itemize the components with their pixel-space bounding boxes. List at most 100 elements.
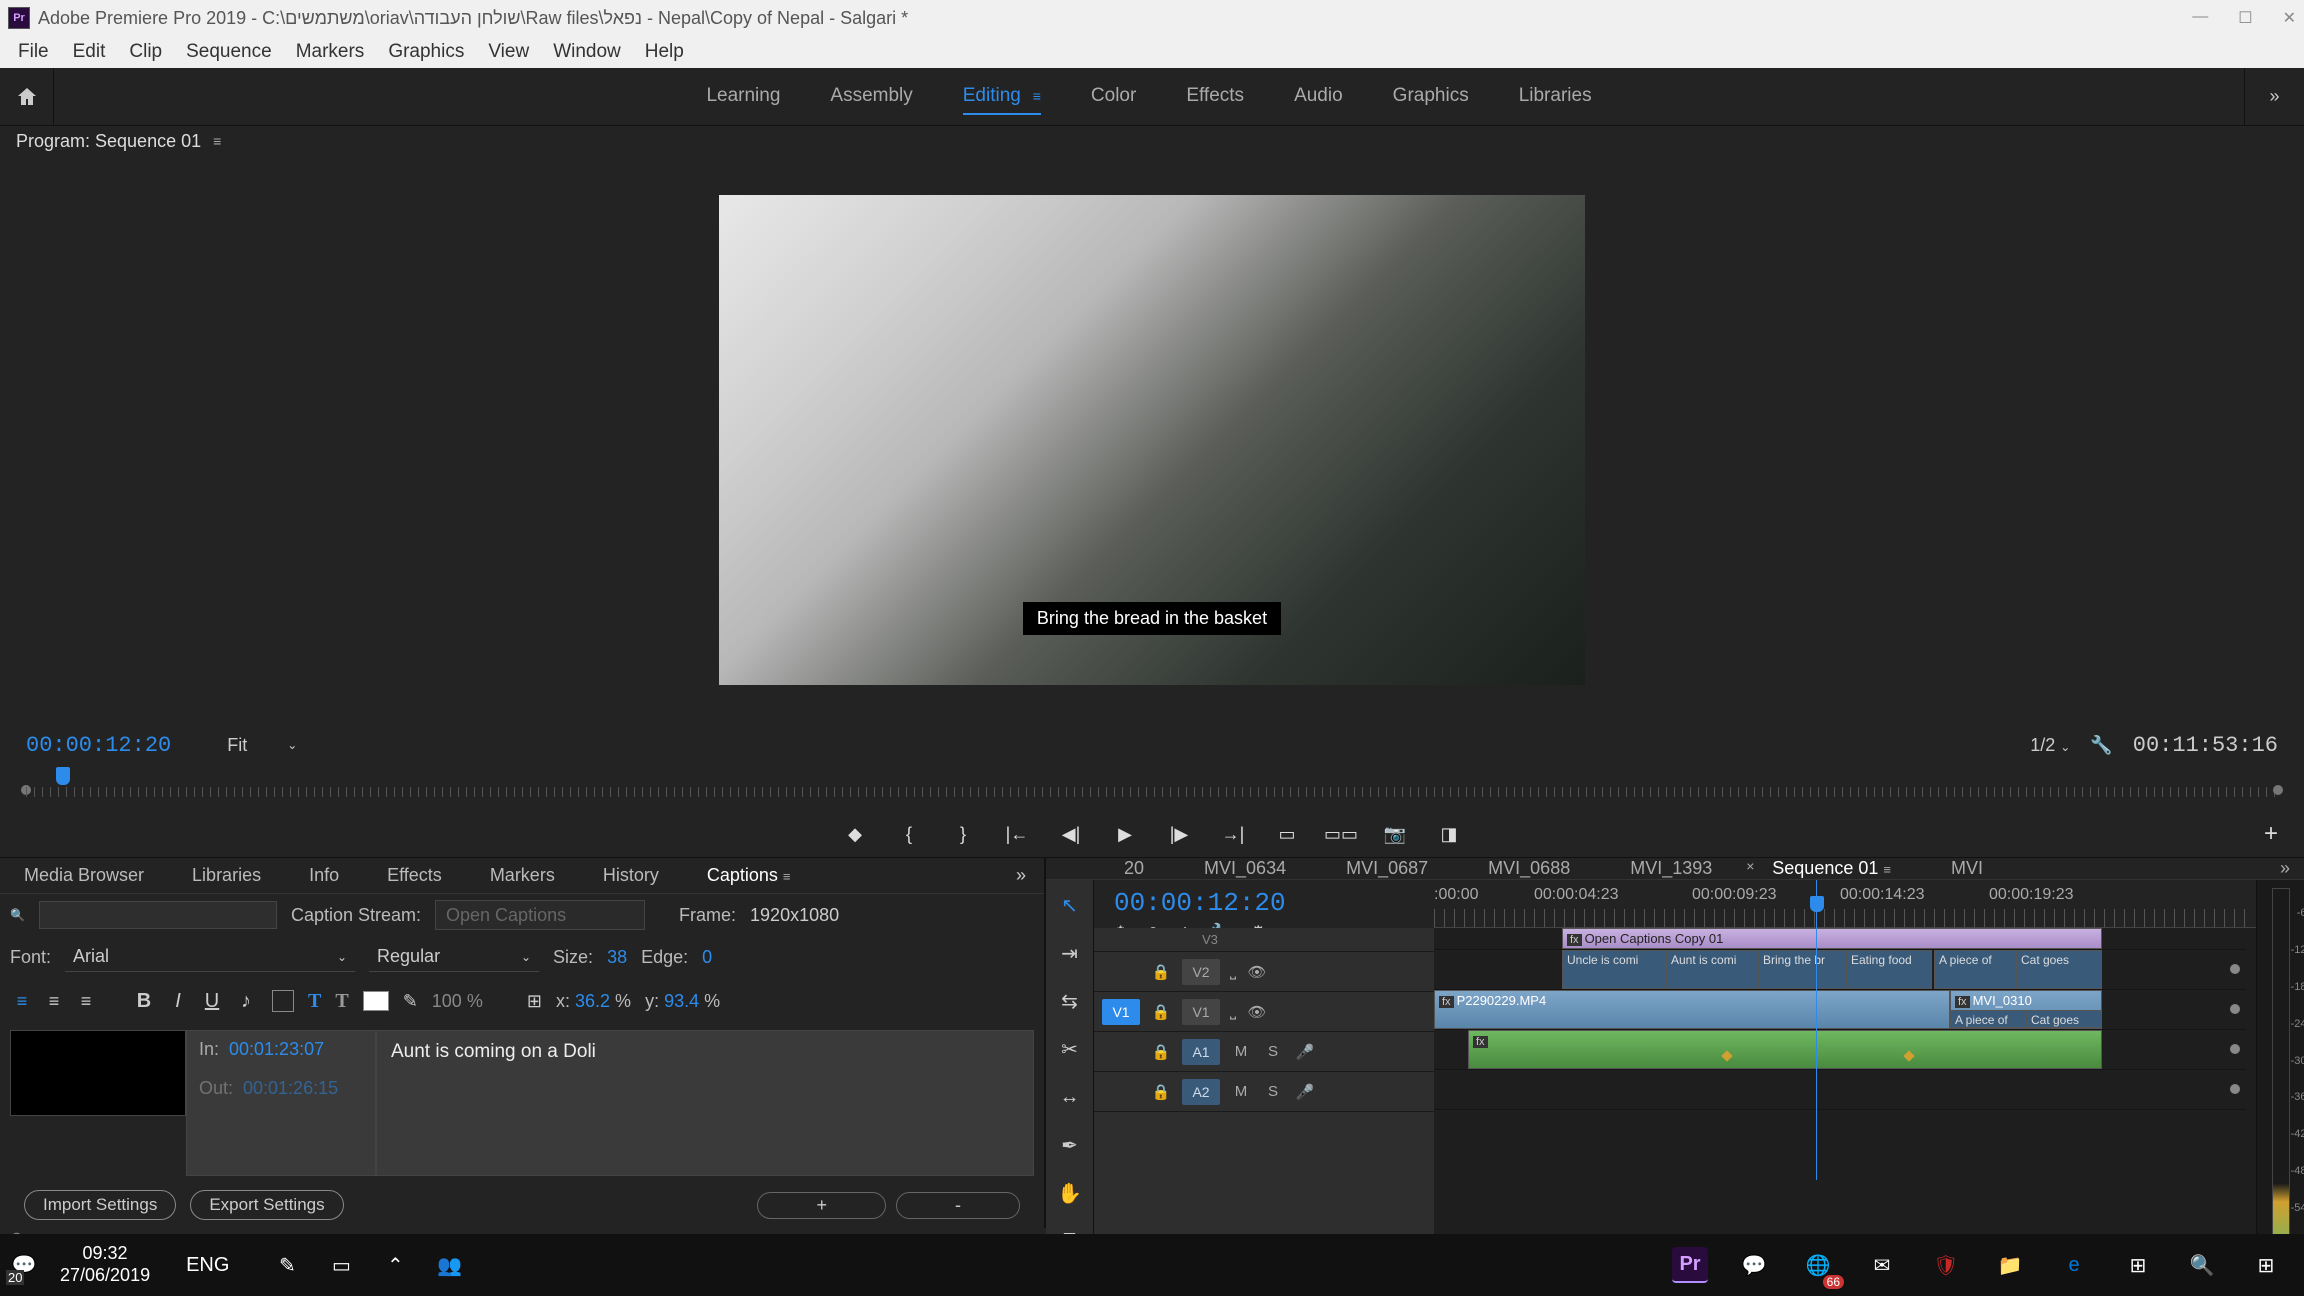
timeline-playhead[interactable] — [1810, 896, 1824, 912]
menu-graphics[interactable]: Graphics — [376, 37, 476, 67]
selection-tool[interactable]: ↖ — [1055, 890, 1085, 920]
search-input[interactable] — [39, 901, 277, 929]
close-button[interactable]: ✕ — [2283, 8, 2296, 28]
fill-color-swatch[interactable] — [363, 991, 389, 1011]
size-value[interactable]: 38 — [607, 947, 627, 968]
zoom-fit-dropdown[interactable]: Fit⌄ — [227, 735, 297, 756]
tab-libraries[interactable]: Libraries — [168, 865, 285, 886]
taskbar-people-icon[interactable]: 👥 — [435, 1251, 463, 1279]
taskbar-start-icon[interactable]: ⊞ — [2248, 1247, 2284, 1283]
taskbar-touchpad-icon[interactable]: ▭ — [327, 1251, 355, 1279]
menu-edit[interactable]: Edit — [61, 37, 118, 67]
menu-file[interactable]: File — [6, 37, 61, 67]
tab-media-browser[interactable]: Media Browser — [0, 865, 168, 886]
clip-sub-b1[interactable]: A piece of — [1950, 1010, 2026, 1028]
position-grid-icon[interactable]: ⊞ — [527, 991, 542, 1012]
program-timecode[interactable]: 00:00:12:20 — [26, 733, 171, 758]
track-a1-label[interactable]: A1 — [1182, 1039, 1220, 1065]
voiceover-icon[interactable]: 🎤 — [1294, 1043, 1316, 1061]
underline-button[interactable]: U — [200, 989, 224, 1013]
taskbar-chrome-icon[interactable]: 🌐66 — [1800, 1247, 1836, 1283]
tab-info[interactable]: Info — [285, 865, 363, 886]
search-icon[interactable]: 🔍 — [10, 908, 25, 922]
razor-tool[interactable]: ✂ — [1055, 1034, 1085, 1064]
solo-button[interactable]: S — [1262, 1083, 1284, 1100]
export-settings-button[interactable]: Export Settings — [190, 1190, 343, 1220]
sequence-tab-mvi0687[interactable]: MVI_0687 — [1316, 858, 1458, 879]
pen-tool[interactable]: ✒ — [1055, 1130, 1085, 1160]
workspace-overflow-button[interactable]: » — [2244, 68, 2304, 125]
clip-video-main[interactable]: fxP2290229.MP4 — [1434, 990, 1950, 1029]
menu-view[interactable]: View — [476, 37, 541, 67]
timeline-timecode[interactable]: 00:00:12:20 — [1114, 888, 1414, 918]
sequence-tab-mvi[interactable]: MVI — [1921, 858, 2013, 879]
go-to-in-button[interactable]: |← — [1003, 820, 1031, 848]
menu-sequence[interactable]: Sequence — [174, 37, 284, 67]
clip-sub-b2[interactable]: Cat goes — [2026, 1010, 2102, 1028]
edge-value[interactable]: 0 — [702, 947, 712, 968]
track-a2-label[interactable]: A2 — [1182, 1079, 1220, 1105]
taskbar-edge-icon[interactable]: e — [2056, 1247, 2092, 1283]
eyedropper-icon[interactable]: ✎ — [403, 991, 418, 1012]
text-color-icon[interactable]: T — [308, 990, 321, 1013]
out-timecode[interactable]: 00:01:26:15 — [243, 1078, 338, 1099]
music-note-icon[interactable]: ♪ — [234, 989, 258, 1013]
play-button[interactable]: ▶ — [1111, 820, 1139, 848]
workspace-libraries[interactable]: Libraries — [1519, 79, 1592, 115]
font-weight-dropdown[interactable]: Regular⌄ — [369, 942, 539, 972]
y-value[interactable]: 93.4 — [664, 991, 699, 1011]
slip-tool[interactable]: ↔ — [1055, 1082, 1085, 1112]
ripple-edit-tool[interactable]: ⇆ — [1055, 986, 1085, 1016]
step-back-button[interactable]: ◀| — [1057, 820, 1085, 848]
program-panel-menu-icon[interactable]: ≡ — [213, 133, 221, 149]
workspace-learning[interactable]: Learning — [706, 79, 780, 115]
align-center-button[interactable]: ≡ — [42, 989, 66, 1013]
panel-overflow-icon[interactable]: » — [1006, 865, 1036, 886]
in-timecode[interactable]: 00:01:23:07 — [229, 1039, 324, 1060]
program-video-area[interactable]: Bring the bread in the basket — [0, 156, 2304, 723]
caption-text-input[interactable]: Aunt is coming on a Doli — [376, 1030, 1034, 1176]
resolution-dropdown[interactable]: 1/2 ⌄ — [2030, 735, 2070, 756]
align-right-button[interactable]: ≡ — [74, 989, 98, 1013]
add-caption-button[interactable]: + — [757, 1192, 886, 1219]
track-select-tool[interactable]: ⇥ — [1055, 938, 1085, 968]
toggle-sync-lock-icon[interactable]: ⎵ — [1230, 963, 1236, 980]
workspace-audio[interactable]: Audio — [1294, 79, 1343, 115]
caption-thumbnail[interactable] — [10, 1030, 186, 1116]
tab-captions[interactable]: Captions ≡ — [683, 865, 815, 886]
lock-icon[interactable]: 🔒 — [1150, 963, 1172, 981]
go-to-out-button[interactable]: →| — [1219, 820, 1247, 848]
clip-sub[interactable]: Uncle is comi — [1562, 950, 1666, 989]
lock-icon[interactable]: 🔒 — [1150, 1043, 1172, 1061]
taskbar-mcafee-icon[interactable]: 🛡 — [1928, 1247, 1964, 1283]
tab-history[interactable]: History — [579, 865, 683, 886]
export-frame-button[interactable]: 📷 — [1381, 820, 1409, 848]
taskbar-pen-icon[interactable]: ✎ — [273, 1251, 301, 1279]
remove-caption-button[interactable]: - — [896, 1192, 1020, 1219]
taskbar-premiere-icon[interactable]: Pr — [1672, 1247, 1708, 1283]
eye-icon[interactable]: 👁 — [1246, 963, 1268, 981]
tab-effects[interactable]: Effects — [363, 865, 466, 886]
track-v1-label[interactable]: V1 — [1182, 999, 1220, 1025]
align-left-button[interactable]: ≡ — [10, 989, 34, 1013]
menu-window[interactable]: Window — [541, 37, 633, 67]
taskbar-tray-chevron-icon[interactable]: ⌃ — [381, 1251, 409, 1279]
menu-clip[interactable]: Clip — [117, 37, 174, 67]
menu-help[interactable]: Help — [633, 37, 696, 67]
timeline-track-content[interactable]: fxOpen Captions Copy 01 Uncle is comi Au… — [1434, 928, 2256, 1242]
taskbar-search-icon[interactable]: 🔍 — [2184, 1247, 2220, 1283]
sequence-tab-mvi0688[interactable]: MVI_0688 — [1458, 858, 1600, 879]
program-scrubber[interactable] — [0, 767, 2304, 811]
button-editor-icon[interactable]: + — [2264, 820, 2278, 848]
maximize-button[interactable]: ☐ — [2238, 8, 2252, 28]
clip-sub[interactable]: Bring the br — [1758, 950, 1846, 989]
solo-button[interactable]: S — [1262, 1043, 1284, 1060]
lock-icon[interactable]: 🔒 — [1150, 1003, 1172, 1021]
workspace-effects[interactable]: Effects — [1186, 79, 1244, 115]
clip-captions[interactable]: fxOpen Captions Copy 01 — [1562, 928, 2102, 949]
add-marker-button[interactable]: ◆ — [841, 820, 869, 848]
clip-sub[interactable]: Eating food — [1846, 950, 1932, 989]
mute-button[interactable]: M — [1230, 1043, 1252, 1060]
settings-wrench-icon[interactable]: 🔧 — [2090, 735, 2112, 756]
workspace-menu-icon[interactable]: ≡ — [1029, 88, 1041, 104]
